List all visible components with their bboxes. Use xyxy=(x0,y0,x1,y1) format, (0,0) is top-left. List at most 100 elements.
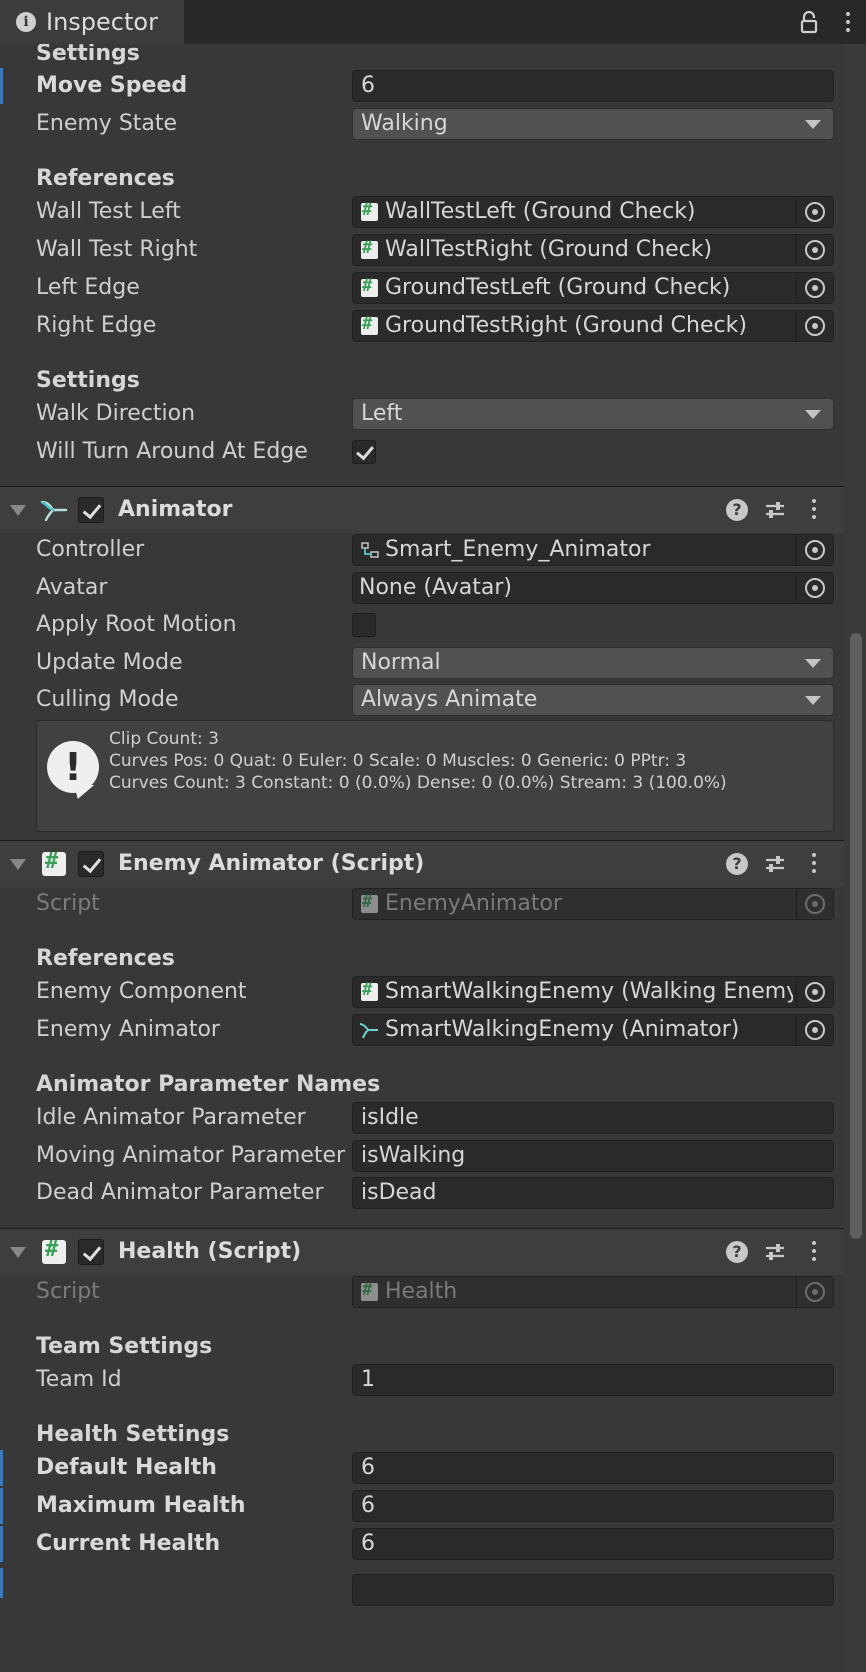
object-picker-icon[interactable] xyxy=(796,535,833,565)
object-picker-icon xyxy=(796,1277,833,1307)
left-edge-field[interactable]: # GroundTestLeft (Ground Check) xyxy=(352,272,834,304)
team-id-field[interactable]: 1 xyxy=(352,1364,834,1396)
dropdown-arrow-icon xyxy=(805,659,821,668)
script-icon: # xyxy=(42,849,66,876)
animator-info-box: ! Clip Count: 3 Curves Pos: 0 Quat: 0 Eu… xyxy=(36,720,834,832)
object-picker-icon[interactable] xyxy=(796,311,833,341)
override-marker xyxy=(0,1568,3,1598)
component-header-enemy-animator[interactable]: # Enemy Animator (Script) ? xyxy=(0,840,844,887)
moving-parameter-label: Moving Animator Parameter xyxy=(36,1143,346,1168)
object-picker-icon[interactable] xyxy=(796,273,833,303)
idle-parameter-label: Idle Animator Parameter xyxy=(36,1105,306,1130)
idle-parameter-field[interactable]: isIdle xyxy=(352,1102,834,1134)
team-id-label: Team Id xyxy=(36,1367,122,1392)
override-marker xyxy=(0,68,3,104)
presets-icon[interactable] xyxy=(764,853,786,875)
script-icon: # xyxy=(361,238,378,259)
help-icon[interactable]: ? xyxy=(726,853,748,875)
window-menu-icon[interactable] xyxy=(846,12,850,36)
field-row-team-id: Team Id 1 xyxy=(0,1362,844,1398)
enemy-animator-field[interactable]: SmartWalkingEnemy (Animator) xyxy=(352,1014,834,1046)
enemy-state-dropdown[interactable]: Walking xyxy=(352,108,834,140)
field-row-current-health: Current Health 6 xyxy=(0,1526,844,1562)
field-row-move-speed: Move Speed 6 xyxy=(0,68,844,104)
override-marker xyxy=(0,1450,3,1486)
update-mode-label: Update Mode xyxy=(36,650,183,675)
info-icon: i xyxy=(16,12,36,32)
section-header-settings-2: Settings xyxy=(36,368,140,393)
presets-icon[interactable] xyxy=(764,1241,786,1263)
controller-field[interactable]: Smart_Enemy_Animator xyxy=(352,534,834,566)
field-row-maximum-health: Maximum Health 6 xyxy=(0,1488,844,1524)
animator-icon xyxy=(40,500,68,522)
default-health-field[interactable]: 6 xyxy=(352,1452,834,1484)
inspector-content: Settings Move Speed 6 Enemy State Walkin… xyxy=(0,44,866,1672)
script-label: Script xyxy=(36,891,100,916)
foldout-arrow-icon[interactable] xyxy=(10,1247,26,1258)
section-header-animator-parameters: Animator Parameter Names xyxy=(36,1072,381,1097)
animator-icon xyxy=(359,1023,378,1039)
component-menu-icon[interactable] xyxy=(812,499,816,523)
turn-around-checkbox[interactable] xyxy=(352,440,376,464)
scrollbar-thumb[interactable] xyxy=(850,633,862,1239)
object-picker-icon[interactable] xyxy=(796,977,833,1007)
script-field: # Health xyxy=(352,1276,834,1308)
lock-icon[interactable] xyxy=(800,10,818,34)
object-picker-icon[interactable] xyxy=(796,1015,833,1045)
dropdown-arrow-icon xyxy=(805,120,821,129)
component-header-health[interactable]: # Health (Script) ? xyxy=(0,1228,844,1275)
foldout-arrow-icon[interactable] xyxy=(10,505,26,516)
culling-mode-dropdown[interactable]: Always Animate xyxy=(352,684,834,716)
dead-parameter-field[interactable]: isDead xyxy=(352,1177,834,1209)
field-row-wall-test-left: Wall Test Left # WallTestLeft (Ground Che… xyxy=(0,194,844,230)
help-icon[interactable]: ? xyxy=(726,499,748,521)
maximum-health-field[interactable]: 6 xyxy=(352,1490,834,1522)
apply-root-motion-checkbox[interactable] xyxy=(352,613,376,637)
presets-icon[interactable] xyxy=(764,499,786,521)
component-menu-icon[interactable] xyxy=(812,1241,816,1265)
object-picker-icon[interactable] xyxy=(796,235,833,265)
turn-around-label: Will Turn Around At Edge xyxy=(36,439,308,464)
wall-test-left-field[interactable]: # WallTestLeft (Ground Check) xyxy=(352,196,834,228)
component-header-animator[interactable]: Animator ? xyxy=(0,486,844,533)
override-marker xyxy=(0,1488,3,1524)
object-picker-icon[interactable] xyxy=(796,573,833,603)
tab-inspector[interactable]: i Inspector xyxy=(0,0,184,44)
object-picker-icon[interactable] xyxy=(796,197,833,227)
field-row-apply-root-motion: Apply Root Motion xyxy=(0,607,844,643)
walk-direction-dropdown[interactable]: Left xyxy=(352,398,834,430)
current-health-field[interactable]: 6 xyxy=(352,1528,834,1560)
foldout-arrow-icon[interactable] xyxy=(10,859,26,870)
script-icon: # xyxy=(361,276,378,297)
right-edge-label: Right Edge xyxy=(36,313,157,338)
update-mode-dropdown[interactable]: Normal xyxy=(352,647,834,679)
field-row-left-edge: Left Edge # GroundTestLeft (Ground Check) xyxy=(0,270,844,306)
move-speed-field[interactable]: 6 xyxy=(352,70,834,102)
moving-parameter-field[interactable]: isWalking xyxy=(352,1140,834,1172)
right-edge-field[interactable]: # GroundTestRight (Ground Check) xyxy=(352,310,834,342)
field-row-default-health: Default Health 6 xyxy=(0,1450,844,1486)
field-row-walk-direction: Walk Direction Left xyxy=(0,396,844,432)
script-icon: # xyxy=(42,1237,66,1264)
info-line: Curves Pos: 0 Quat: 0 Euler: 0 Scale: 0 … xyxy=(109,751,687,771)
animator-controller-icon xyxy=(361,542,379,558)
script-icon: # xyxy=(361,980,378,1001)
health-enabled-checkbox[interactable] xyxy=(78,1239,104,1265)
field-row-enemy-animator: Enemy Animator SmartWalkingEnemy (Animat… xyxy=(0,1012,844,1048)
avatar-label: Avatar xyxy=(36,575,108,600)
inspector-tab-bar: i Inspector xyxy=(0,0,866,44)
avatar-field[interactable]: None (Avatar) xyxy=(352,572,834,604)
apply-root-motion-label: Apply Root Motion xyxy=(36,612,237,637)
cutoff-field[interactable] xyxy=(352,1574,834,1606)
help-icon[interactable]: ? xyxy=(726,1241,748,1263)
enemy-animator-enabled-checkbox[interactable] xyxy=(78,851,104,877)
field-row-enemy-state: Enemy State Walking xyxy=(0,106,844,142)
move-speed-label: Move Speed xyxy=(36,73,188,98)
component-menu-icon[interactable] xyxy=(812,853,816,877)
animator-enabled-checkbox[interactable] xyxy=(78,497,104,523)
dropdown-arrow-icon xyxy=(805,696,821,705)
wall-test-right-field[interactable]: # WallTestRight (Ground Check) xyxy=(352,234,834,266)
wall-test-right-label: Wall Test Right xyxy=(36,237,198,262)
enemy-component-field[interactable]: # SmartWalkingEnemy (Walking Enemy) xyxy=(352,976,834,1008)
component-title: Health (Script) xyxy=(118,1239,302,1264)
